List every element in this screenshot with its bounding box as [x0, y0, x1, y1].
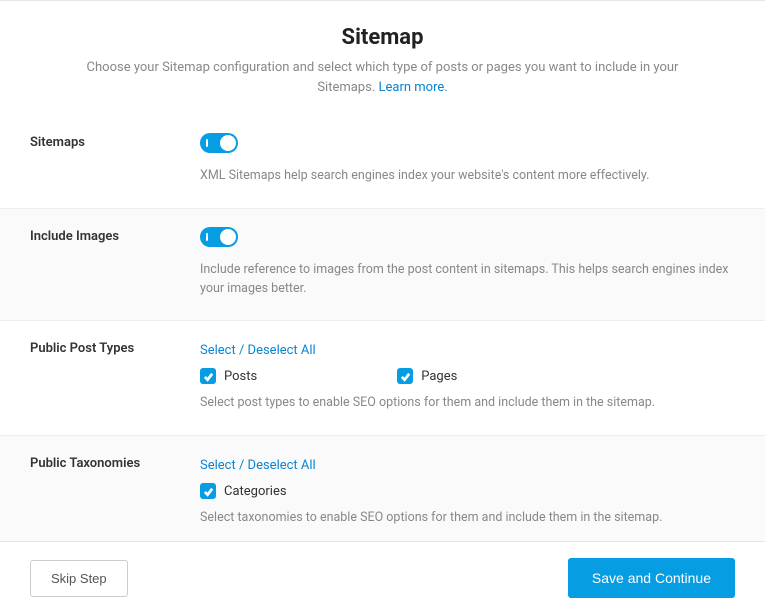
include-images-toggle[interactable] — [200, 227, 238, 247]
page-description: Choose your Sitemap configuration and se… — [60, 58, 705, 97]
checkbox-checked-icon — [397, 368, 413, 384]
pages-checkbox-label: Pages — [421, 369, 457, 384]
public-post-types-description: Select post types to enable SEO options … — [200, 394, 735, 413]
public-taxonomies-label: Public Taxonomies — [30, 454, 200, 528]
include-images-description: Include reference to images from the pos… — [200, 261, 735, 299]
page-header: Sitemap Choose your Sitemap configuratio… — [0, 25, 765, 115]
categories-checkbox-item[interactable]: Categories — [200, 483, 287, 499]
posts-checkbox-label: Posts — [224, 369, 257, 384]
sitemaps-row: Sitemaps XML Sitemaps help search engine… — [0, 115, 765, 209]
sitemaps-toggle[interactable] — [200, 133, 238, 153]
footer-bar: Skip Step Save and Continue — [0, 541, 765, 614]
checkbox-checked-icon — [200, 368, 216, 384]
sitemap-settings-page: Sitemap Choose your Sitemap configuratio… — [0, 0, 765, 550]
sitemaps-label: Sitemaps — [30, 133, 200, 186]
include-images-row: Include Images Include reference to imag… — [0, 209, 765, 322]
include-images-label: Include Images — [30, 227, 200, 299]
sitemaps-description: XML Sitemaps help search engines index y… — [200, 167, 735, 186]
pages-checkbox-item[interactable]: Pages — [397, 368, 457, 384]
save-continue-button[interactable]: Save and Continue — [568, 558, 735, 598]
page-title: Sitemap — [60, 25, 705, 50]
taxonomies-select-all-link[interactable]: Select / Deselect All — [200, 458, 316, 473]
public-post-types-label: Public Post Types — [30, 339, 200, 413]
categories-checkbox-label: Categories — [224, 484, 287, 499]
learn-more-link[interactable]: Learn more. — [378, 80, 447, 95]
post-types-select-all-link[interactable]: Select / Deselect All — [200, 343, 316, 358]
checkbox-checked-icon — [200, 483, 216, 499]
skip-step-button[interactable]: Skip Step — [30, 560, 128, 597]
public-taxonomies-description: Select taxonomies to enable SEO options … — [200, 509, 735, 528]
posts-checkbox-item[interactable]: Posts — [200, 368, 257, 384]
public-post-types-row: Public Post Types Select / Deselect All … — [0, 321, 765, 436]
public-taxonomies-row: Public Taxonomies Select / Deselect All … — [0, 436, 765, 550]
